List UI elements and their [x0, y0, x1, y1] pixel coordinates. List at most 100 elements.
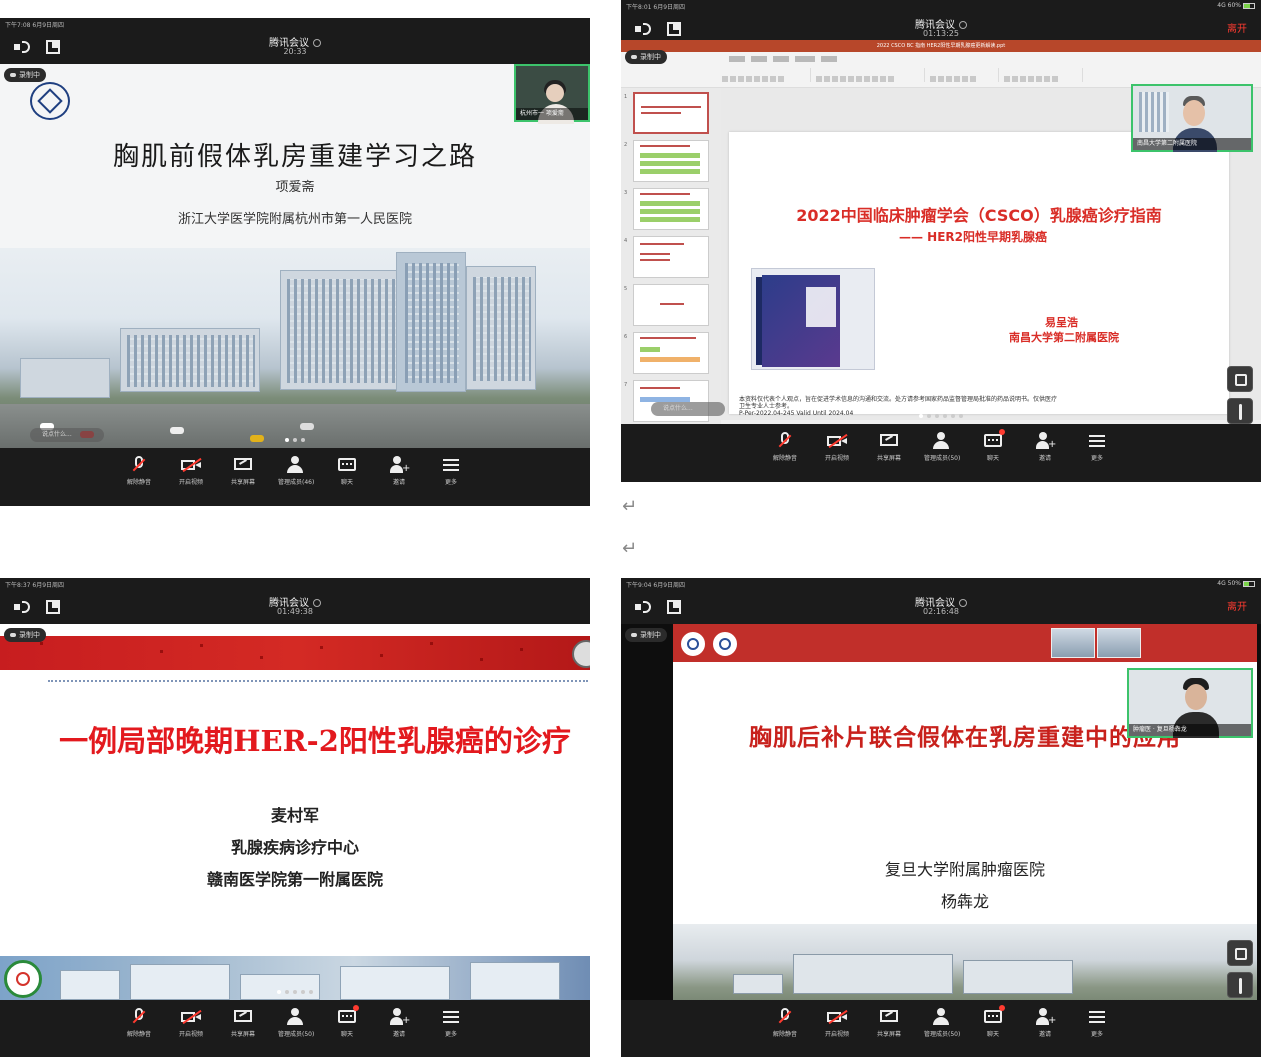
chat-icon: [982, 429, 1005, 450]
members-icon: [284, 456, 306, 474]
slide-title: 胸肌前假体乳房重建学习之路: [112, 142, 477, 172]
slide-thumbnail[interactable]: [633, 92, 709, 134]
manage-members-button[interactable]: 管理成员(50): [924, 1008, 960, 1038]
info-icon[interactable]: [313, 599, 321, 607]
slide-hospital: 南昌大学第二附属医院: [1009, 331, 1119, 344]
more-button[interactable]: 更多: [1080, 1008, 1114, 1038]
meeting-duration: 01:13:25: [923, 29, 959, 38]
unmute-button[interactable]: 解除静音: [768, 1008, 802, 1038]
guideline-book-image: [751, 268, 875, 370]
meeting-duration: 01:49:38: [277, 607, 313, 616]
meeting-window-2: 下午8:01 6月9日周四 4G 60% 腾讯会议 01:13:25 离开 202…: [621, 0, 1261, 482]
meeting-toolbar: 解除静音 开启视频 共享屏幕 管理成员(50) 聊天 + 邀请 更多: [621, 424, 1261, 482]
leave-button[interactable]: 离开: [1227, 20, 1247, 35]
cloud-icon: [10, 73, 16, 77]
share-screen-button[interactable]: 共享屏幕: [872, 432, 906, 462]
info-icon[interactable]: [313, 39, 321, 47]
comment-input[interactable]: 说点什么...: [651, 402, 725, 416]
more-button[interactable]: 更多: [434, 1008, 468, 1038]
start-video-button[interactable]: 开启视频: [174, 456, 208, 486]
recording-badge[interactable]: 录制中: [625, 50, 667, 64]
slide-thumbnail-panel: 1 2 3 4 5 6 7: [621, 88, 721, 424]
chat-icon: [336, 1005, 359, 1026]
chat-button[interactable]: 聊天: [976, 429, 1010, 462]
pin-icon[interactable]: [1227, 972, 1253, 998]
more-icon: [1086, 1008, 1108, 1026]
meeting-window-4: 下午9:04 6月9日周四 4G 50% 腾讯会议 02:16:48 离开 胸肌后…: [621, 578, 1261, 1057]
camera-off-icon: [180, 456, 202, 474]
invite-button[interactable]: + 邀请: [382, 456, 416, 486]
meeting-toolbar: 解除静音 开启视频 共享屏幕 管理成员(50) 聊天 + 邀请 更多: [0, 1000, 590, 1057]
meeting-toolbar: 解除静音 开启视频 共享屏幕 管理成员(50) 聊天 + 邀请 更多: [621, 1000, 1261, 1057]
slide-thumbnail[interactable]: [633, 140, 709, 182]
presentation-slide: 2022中国临床肿瘤学会（CSCO）乳腺癌诊疗指南 —— HER2阳性早期乳腺癌…: [729, 132, 1229, 417]
cloud-icon: [631, 633, 637, 637]
slide-title: 一例局部晚期HER-2阳性乳腺癌的诊疗: [59, 724, 571, 758]
unmute-button[interactable]: 解除静音: [768, 432, 802, 462]
chat-button[interactable]: 聊天: [330, 456, 364, 486]
more-button[interactable]: 更多: [434, 456, 468, 486]
members-icon: [284, 1008, 306, 1026]
invite-icon: +: [1034, 432, 1056, 450]
participant-name: 南昌大学第二附属医院: [1133, 138, 1251, 150]
self-video-thumbnail[interactable]: 杭州市一 项爱斋: [514, 64, 590, 124]
invite-button[interactable]: + 邀请: [382, 1008, 416, 1038]
invite-button[interactable]: + 邀请: [1028, 432, 1062, 462]
comment-input[interactable]: 说点什么...: [30, 428, 104, 442]
cloud-icon: [10, 633, 16, 637]
chat-icon: [336, 456, 358, 474]
share-icon: [878, 432, 900, 450]
status-bar: 下午9:04 6月9日周四 4G 50%: [621, 578, 1261, 590]
cloud-icon: [631, 55, 637, 59]
campus-photo: [673, 924, 1257, 1000]
meeting-window-3: 下午8:37 6月9日周四 腾讯会议 01:49:38 一例局部晚期HER-2阳…: [0, 578, 590, 1057]
university-logo: [30, 82, 70, 120]
chat-button[interactable]: 聊天: [330, 1005, 364, 1038]
mic-off-icon: [128, 1008, 150, 1026]
slide-thumbnail[interactable]: [633, 236, 709, 278]
recording-badge[interactable]: 录制中: [4, 68, 46, 82]
slide-affiliation: 浙江大学医学院附属杭州市第一人民医院: [177, 212, 412, 227]
invite-icon: +: [388, 1008, 410, 1026]
more-button[interactable]: 更多: [1080, 432, 1114, 462]
speaker-video-thumbnail[interactable]: 南昌大学第二附属医院: [1131, 84, 1253, 152]
slide-hospital: 复旦大学附属肿瘤医院: [884, 860, 1045, 879]
manage-members-button[interactable]: 管理成员(46): [278, 456, 314, 486]
info-icon[interactable]: [959, 21, 967, 29]
recording-badge[interactable]: 录制中: [4, 628, 46, 642]
chat-button[interactable]: 聊天: [976, 1005, 1010, 1038]
start-video-button[interactable]: 开启视频: [174, 1008, 208, 1038]
share-screen-button[interactable]: 共享屏幕: [872, 1008, 906, 1038]
recording-badge[interactable]: 录制中: [625, 628, 667, 642]
leave-button[interactable]: 离开: [1227, 598, 1247, 613]
unread-dot: [999, 429, 1005, 435]
start-video-button[interactable]: 开启视频: [820, 1008, 854, 1038]
annotate-icon[interactable]: [1227, 940, 1253, 966]
slide-author: 易呈浩: [1045, 316, 1078, 329]
pin-icon[interactable]: [1227, 398, 1253, 424]
slide-thumbnail[interactable]: [633, 188, 709, 230]
invite-button[interactable]: + 邀请: [1028, 1008, 1062, 1038]
hospital-photo: [0, 248, 590, 448]
speaker-video-thumbnail[interactable]: 肿瘤医 · 复旦杨犇龙: [1127, 668, 1253, 738]
share-icon: [878, 1008, 900, 1026]
dotted-divider: [48, 680, 588, 682]
camera-off-icon: [180, 1008, 202, 1026]
start-video-button[interactable]: 开启视频: [820, 432, 854, 462]
share-screen-button[interactable]: 共享屏幕: [226, 456, 260, 486]
slide-thumbnail[interactable]: [633, 284, 709, 326]
shared-screen: 胸肌后补片联合假体在乳房重建中的应用 复旦大学附属肿瘤医院 杨犇龙 录制中 肿瘤…: [621, 624, 1261, 1000]
annotate-icon[interactable]: [1227, 366, 1253, 392]
slide-header-band: [0, 636, 590, 670]
meeting-header: 腾讯会议 20:33: [0, 30, 590, 64]
slide-thumbnail[interactable]: [633, 332, 709, 374]
unmute-button[interactable]: 解除静音: [122, 456, 156, 486]
manage-members-button[interactable]: 管理成员(50): [278, 1008, 314, 1038]
meeting-screenshot-collage: 下午7:08 6月9日周四 腾讯会议 20:33 录制中 胸肌前假体乳房重建学习…: [0, 0, 1265, 1057]
unmute-button[interactable]: 解除静音: [122, 1008, 156, 1038]
info-icon[interactable]: [959, 599, 967, 607]
manage-members-button[interactable]: 管理成员(50): [924, 432, 960, 462]
hospital-emblem: [4, 960, 42, 998]
share-screen-button[interactable]: 共享屏幕: [226, 1008, 260, 1038]
invite-icon: +: [388, 456, 410, 474]
